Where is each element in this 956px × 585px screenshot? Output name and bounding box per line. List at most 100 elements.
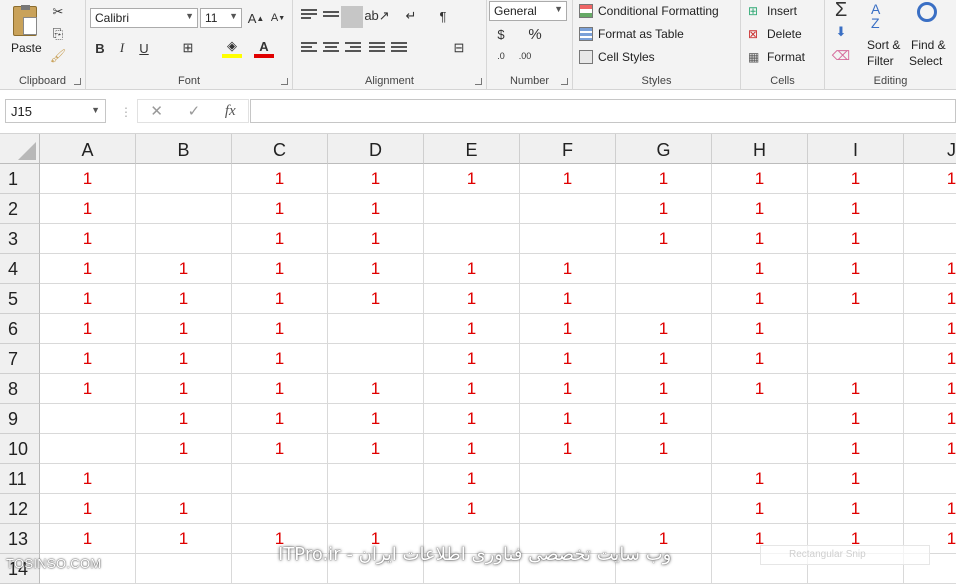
cell-c8[interactable]: 1 [232,374,328,404]
cell-g7[interactable]: 1 [616,344,712,374]
accounting-icon[interactable]: $ [491,24,511,44]
decrease-decimal-icon[interactable]: .00 [515,46,535,66]
column-header-g[interactable]: G [616,134,712,164]
increase-indent-icon[interactable] [391,42,407,56]
row-header-7[interactable]: 7 [0,344,40,374]
cell-f12[interactable] [520,494,616,524]
cell-a2[interactable]: 1 [40,194,136,224]
cell-b13[interactable]: 1 [136,524,232,554]
cell-b2[interactable] [136,194,232,224]
cell-b11[interactable] [136,464,232,494]
cell-a10[interactable] [40,434,136,464]
cell-d2[interactable]: 1 [328,194,424,224]
cell-c12[interactable] [232,494,328,524]
cell-a7[interactable]: 1 [40,344,136,374]
cell-h2[interactable]: 1 [712,194,808,224]
cell-i7[interactable] [808,344,904,374]
cell-b4[interactable]: 1 [136,254,232,284]
alignment-launcher-icon[interactable] [475,78,482,85]
cell-e7[interactable]: 1 [424,344,520,374]
cell-e11[interactable]: 1 [424,464,520,494]
cell-f7[interactable]: 1 [520,344,616,374]
wrap-text-icon[interactable]: ↵ [401,6,421,26]
row-header-1[interactable]: 1 [0,164,40,194]
autosum-icon[interactable]: Σ [831,0,851,21]
percent-button[interactable]: % [525,24,545,44]
cell-c4[interactable]: 1 [232,254,328,284]
cell-j1[interactable]: 1 [904,164,956,194]
sort-filter-button[interactable]: AZ Sort & Filter [867,2,905,68]
cell-f4[interactable]: 1 [520,254,616,284]
decrease-indent-icon[interactable] [369,42,385,56]
cell-g4[interactable] [616,254,712,284]
cell-a13[interactable]: 1 [40,524,136,554]
cell-g1[interactable]: 1 [616,164,712,194]
cell-f5[interactable]: 1 [520,284,616,314]
cell-d12[interactable] [328,494,424,524]
insert-function-icon[interactable]: fx [225,103,236,120]
cell-b14[interactable] [136,554,232,584]
paragraph-icon[interactable]: ¶ [433,6,453,26]
row-header-5[interactable]: 5 [0,284,40,314]
font-color-icon[interactable]: A [254,38,274,58]
middle-align-icon[interactable] [323,11,339,25]
cell-a8[interactable]: 1 [40,374,136,404]
cell-h12[interactable]: 1 [712,494,808,524]
cell-i3[interactable]: 1 [808,224,904,254]
cell-d1[interactable]: 1 [328,164,424,194]
cell-h3[interactable]: 1 [712,224,808,254]
cell-d7[interactable] [328,344,424,374]
decrease-font-icon[interactable]: A ▼ [268,8,288,28]
format-painter-icon[interactable]: 🖌 [48,46,68,66]
cell-i6[interactable] [808,314,904,344]
cell-e3[interactable] [424,224,520,254]
cell-i12[interactable]: 1 [808,494,904,524]
cell-e8[interactable]: 1 [424,374,520,404]
format-button[interactable]: ▦ Format [748,48,818,68]
cell-h11[interactable]: 1 [712,464,808,494]
cell-j5[interactable]: 1 [904,284,956,314]
cell-d11[interactable] [328,464,424,494]
cell-h8[interactable]: 1 [712,374,808,404]
cell-b12[interactable]: 1 [136,494,232,524]
align-center-icon[interactable] [323,42,339,56]
column-header-h[interactable]: H [712,134,808,164]
cell-a9[interactable] [40,404,136,434]
cell-a11[interactable]: 1 [40,464,136,494]
cell-b1[interactable] [136,164,232,194]
cell-b3[interactable] [136,224,232,254]
font-launcher-icon[interactable] [281,78,288,85]
bottom-align-icon[interactable] [341,6,363,28]
cell-j6[interactable]: 1 [904,314,956,344]
column-header-f[interactable]: F [520,134,616,164]
cell-g5[interactable] [616,284,712,314]
cell-i5[interactable]: 1 [808,284,904,314]
cell-b9[interactable]: 1 [136,404,232,434]
cell-f6[interactable]: 1 [520,314,616,344]
cell-f8[interactable]: 1 [520,374,616,404]
cell-e5[interactable]: 1 [424,284,520,314]
cell-j12[interactable]: 1 [904,494,956,524]
clear-icon[interactable]: ⌫ [831,46,851,66]
column-header-b[interactable]: B [136,134,232,164]
cell-e4[interactable]: 1 [424,254,520,284]
row-header-2[interactable]: 2 [0,194,40,224]
cell-f10[interactable]: 1 [520,434,616,464]
cell-i9[interactable]: 1 [808,404,904,434]
merge-center-icon[interactable]: ⊟ [449,38,469,58]
row-header-8[interactable]: 8 [0,374,40,404]
cell-g3[interactable]: 1 [616,224,712,254]
align-left-icon[interactable] [301,42,317,56]
cell-c9[interactable]: 1 [232,404,328,434]
cell-a12[interactable]: 1 [40,494,136,524]
cut-icon[interactable]: ✂ [48,2,68,22]
row-header-10[interactable]: 10 [0,434,40,464]
clipboard-launcher-icon[interactable] [74,78,81,85]
cell-g9[interactable]: 1 [616,404,712,434]
cell-h9[interactable] [712,404,808,434]
delete-button[interactable]: ⊠ Delete [748,25,818,45]
formula-bar-handle-icon[interactable]: ⋮ [120,105,132,119]
cell-j10[interactable]: 1 [904,434,956,464]
column-header-d[interactable]: D [328,134,424,164]
select-all-button[interactable] [0,134,40,164]
